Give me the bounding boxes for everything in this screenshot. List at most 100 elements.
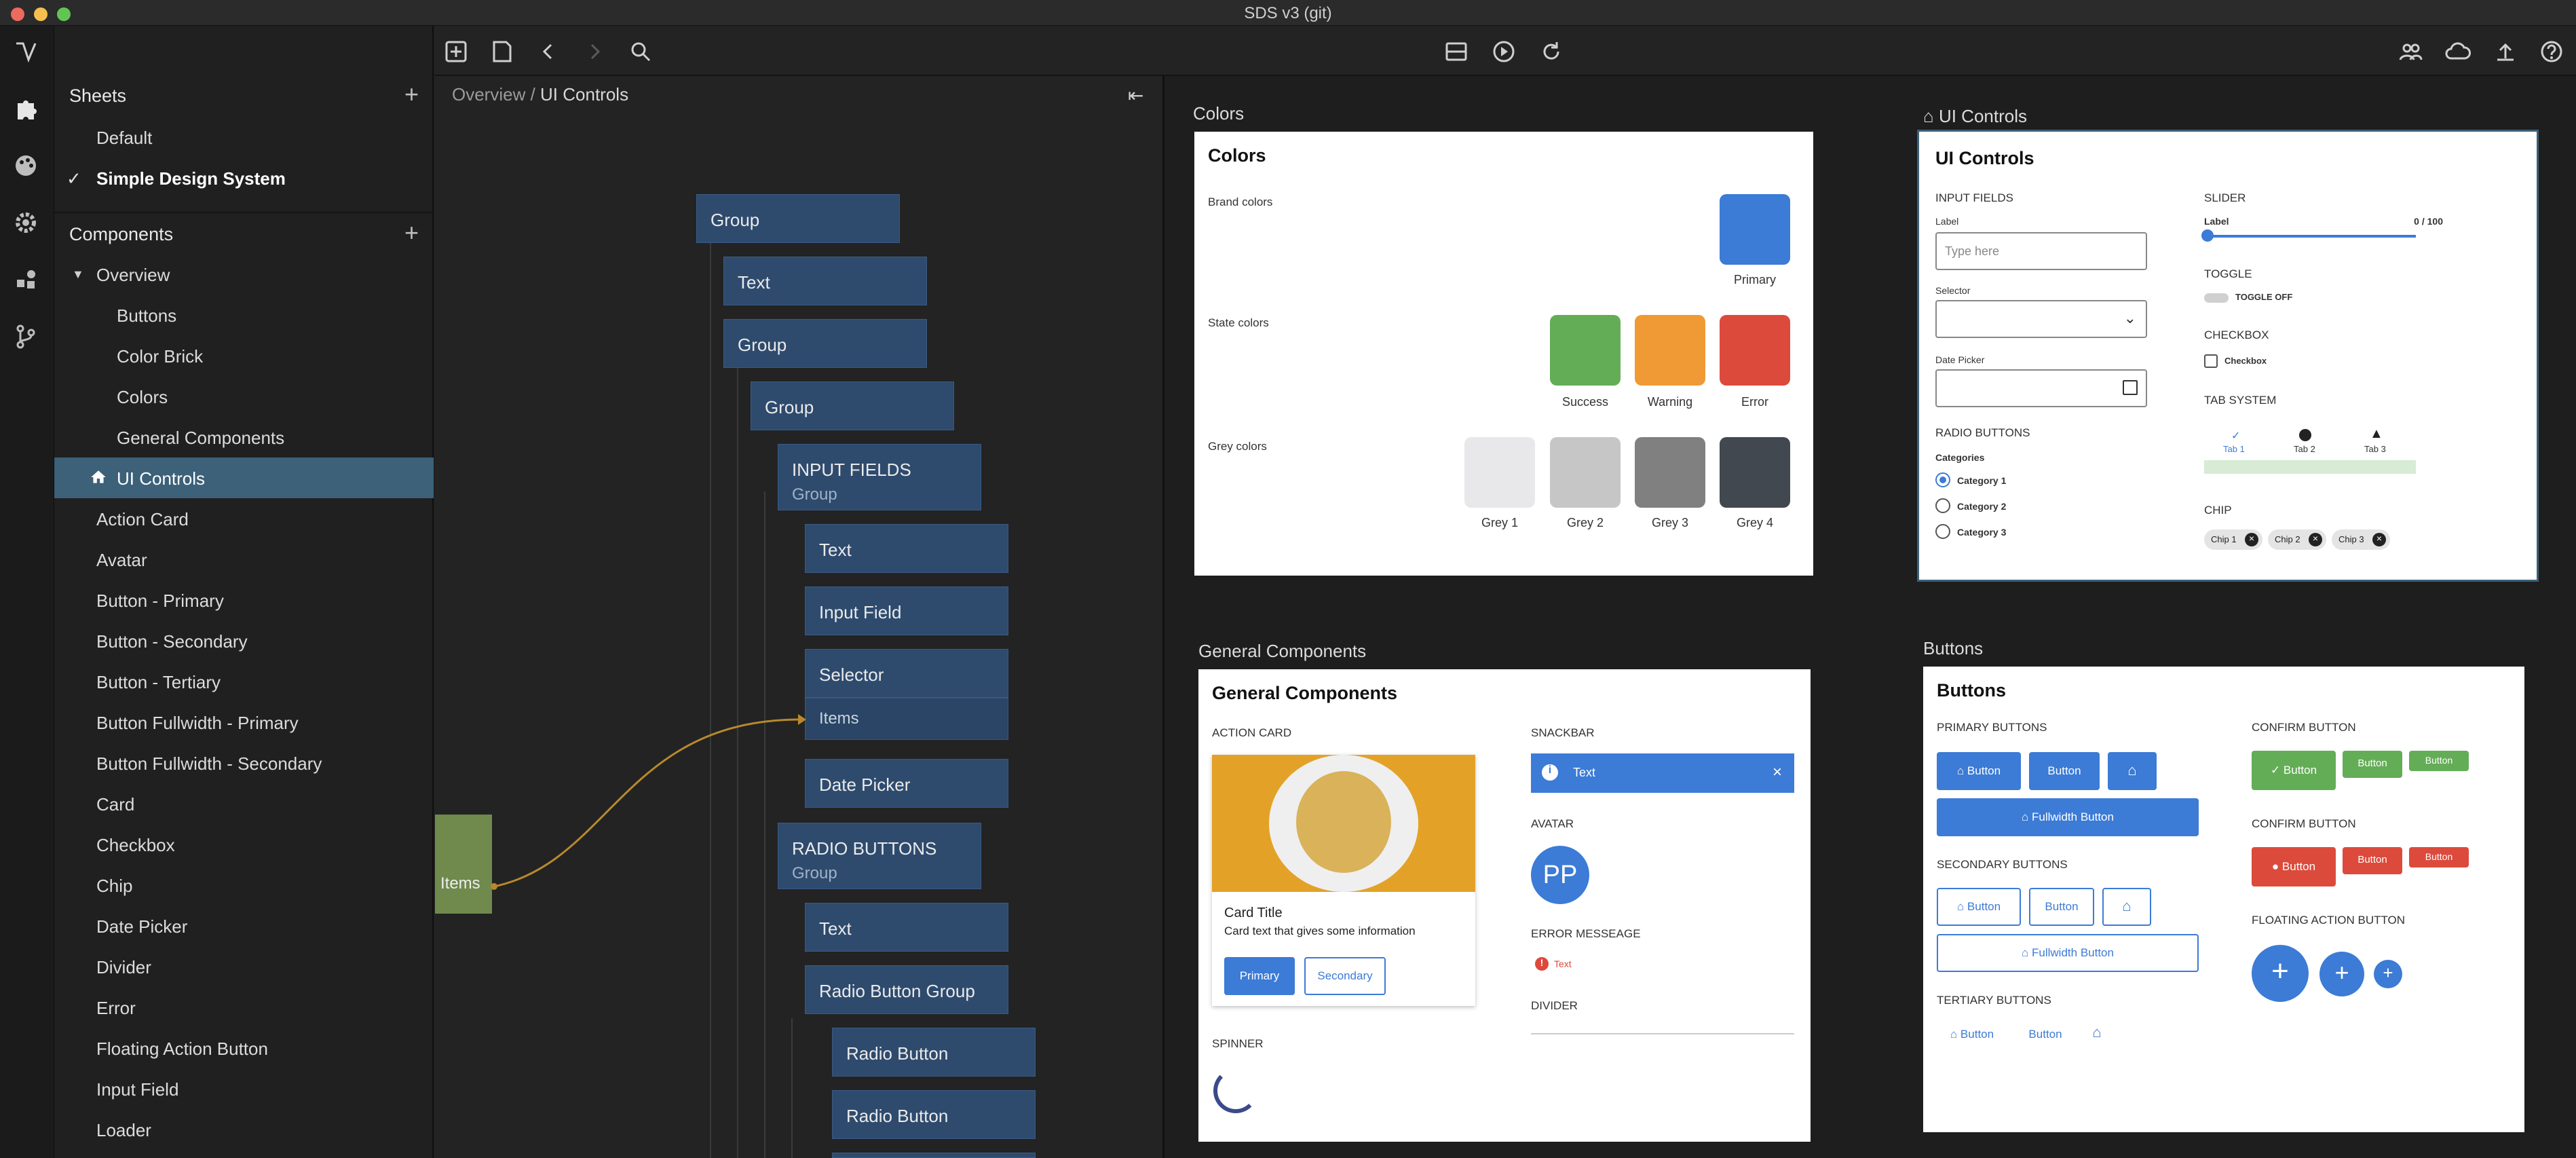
chip[interactable]: Chip 2 ×: [2268, 529, 2326, 550]
tree-node-text[interactable]: Text: [723, 257, 927, 305]
forward-icon[interactable]: [581, 38, 608, 65]
card-secondary-button[interactable]: Secondary: [1304, 957, 1386, 995]
chip[interactable]: Chip 3 ×: [2332, 529, 2390, 550]
search-icon[interactable]: [627, 38, 654, 65]
checkbox[interactable]: [2204, 354, 2218, 368]
radio-button[interactable]: [1935, 524, 1950, 539]
swatch-success[interactable]: [1550, 315, 1621, 386]
refresh-icon[interactable]: [1538, 38, 1565, 65]
slider-thumb[interactable]: [2201, 229, 2214, 242]
components-icon[interactable]: [11, 94, 41, 124]
component-item[interactable]: Floating Action Button: [54, 1028, 434, 1068]
swatch-error[interactable]: [1720, 315, 1790, 386]
tree-node-group[interactable]: Group: [723, 319, 927, 368]
avatar[interactable]: PP: [1531, 846, 1589, 904]
secondary-button[interactable]: ⌂ Button: [1937, 888, 2021, 926]
component-item[interactable]: Button - Tertiary: [54, 661, 434, 702]
tree-item-color-brick[interactable]: Color Brick: [54, 335, 434, 376]
users-icon[interactable]: [2397, 38, 2424, 65]
tree-slot-items[interactable]: Items: [805, 698, 1008, 740]
buttons-frame[interactable]: Buttons PRIMARY BUTTONS ⌂ Button Button …: [1923, 667, 2524, 1132]
tree-node-radio-button-group[interactable]: Radio Button Group: [805, 965, 1008, 1014]
sheet-default[interactable]: Default: [54, 117, 434, 157]
frame-label-buttons[interactable]: Buttons: [1923, 638, 1983, 659]
add-sheet-button[interactable]: +: [404, 80, 419, 109]
tree-node-radio-button[interactable]: Radio Button: [832, 1028, 1036, 1077]
add-component-button[interactable]: +: [404, 219, 419, 247]
swatch-warning[interactable]: [1635, 315, 1705, 386]
snackbar[interactable]: i Text ×: [1531, 753, 1794, 793]
tab-3[interactable]: Tab 3: [2364, 444, 2386, 454]
cloud-sync-icon[interactable]: [2444, 38, 2471, 65]
tree-node-radio-button[interactable]: Radio Button: [832, 1090, 1036, 1139]
component-item[interactable]: Date Picker: [54, 905, 434, 946]
date-picker[interactable]: [1935, 369, 2147, 407]
collapse-panel-icon[interactable]: ⇤: [1128, 84, 1143, 107]
items-source-node[interactable]: Items: [435, 815, 492, 914]
primary-button[interactable]: ⌂ Button: [1937, 752, 2021, 790]
tree-node-selector[interactable]: Selector: [805, 649, 1008, 698]
chevron-down-icon[interactable]: ▼: [72, 267, 84, 282]
tree-node-input-field[interactable]: Input Field: [805, 586, 1008, 635]
component-item[interactable]: Avatar: [54, 539, 434, 580]
new-document-icon[interactable]: [489, 38, 516, 65]
swatch-grey-4[interactable]: [1720, 437, 1790, 508]
fullwidth-secondary-button[interactable]: ⌂ Fullwidth Button: [1937, 934, 2199, 972]
tertiary-button[interactable]: ⌂ Button: [1937, 1021, 2007, 1048]
back-icon[interactable]: [535, 38, 562, 65]
tertiary-button[interactable]: Button: [2015, 1021, 2075, 1048]
component-item[interactable]: Button Fullwidth - Primary: [54, 702, 434, 743]
layout-icon[interactable]: [1443, 38, 1470, 65]
ui-controls-frame[interactable]: UI Controls INPUT FIELDS Label Type here…: [1917, 130, 2539, 582]
component-item[interactable]: Button Fullwidth - Secondary: [54, 743, 434, 783]
home-icon[interactable]: ⌂: [2102, 888, 2151, 926]
fab-medium[interactable]: +: [2319, 952, 2364, 996]
component-item[interactable]: Chip: [54, 865, 434, 905]
tree-node-group[interactable]: Group: [751, 381, 954, 430]
play-icon[interactable]: [1490, 38, 1517, 65]
tree-item-general-components[interactable]: General Components: [54, 417, 434, 457]
component-item[interactable]: Divider: [54, 946, 434, 987]
tree-node-group[interactable]: Group: [696, 194, 900, 243]
tree-node-text[interactable]: Text: [805, 524, 1008, 573]
toggle-switch[interactable]: [2204, 293, 2229, 303]
confirm-button[interactable]: Button: [2409, 751, 2469, 771]
general-components-frame[interactable]: General Components ACTION CARD Card Titl…: [1198, 669, 1811, 1142]
fab-large[interactable]: +: [2252, 945, 2309, 1002]
tree-item-colors[interactable]: Colors: [54, 376, 434, 417]
tree-item-ui-controls[interactable]: UI Controls: [54, 457, 434, 498]
tree-item-buttons[interactable]: Buttons: [54, 295, 434, 335]
component-item[interactable]: Input Field: [54, 1068, 434, 1109]
new-frame-icon[interactable]: [442, 38, 470, 65]
upload-icon[interactable]: [2492, 38, 2519, 65]
component-item[interactable]: Checkbox: [54, 824, 434, 865]
secondary-button[interactable]: Button: [2029, 888, 2094, 926]
radio-button[interactable]: [1935, 498, 1950, 513]
component-item[interactable]: Card: [54, 783, 434, 824]
settings-icon[interactable]: [11, 208, 41, 238]
app-logo-icon[interactable]: [11, 37, 41, 67]
git-branch-icon[interactable]: [11, 322, 41, 352]
action-card[interactable]: Card Title Card text that gives some inf…: [1212, 755, 1475, 1006]
home-icon[interactable]: ⌂: [2081, 1018, 2113, 1045]
colors-frame[interactable]: Colors Brand colors Primary State colors…: [1194, 132, 1813, 576]
swatch-grey-1[interactable]: [1464, 437, 1535, 508]
component-item[interactable]: Button - Primary: [54, 580, 434, 620]
frame-label-general-components[interactable]: General Components: [1198, 641, 1366, 662]
swatch-primary[interactable]: [1720, 194, 1790, 265]
chip-close-icon[interactable]: ×: [2372, 533, 2386, 546]
component-item[interactable]: Error: [54, 987, 434, 1028]
primary-button[interactable]: Button: [2029, 752, 2100, 790]
palette-icon[interactable]: [11, 151, 41, 181]
radio-button[interactable]: [1935, 472, 1950, 487]
swatch-grey-3[interactable]: [1635, 437, 1705, 508]
tree-item-overview[interactable]: ▼ Overview: [54, 254, 434, 295]
component-item[interactable]: Action Card: [54, 498, 434, 539]
danger-button[interactable]: Button: [2343, 847, 2402, 874]
breadcrumb-parent[interactable]: Overview: [452, 84, 525, 105]
selector-dropdown[interactable]: ⌄: [1935, 300, 2147, 338]
frame-label-colors[interactable]: Colors: [1193, 103, 1244, 124]
chip-close-icon[interactable]: ×: [2245, 533, 2258, 546]
component-item[interactable]: Button - Secondary: [54, 620, 434, 661]
text-input[interactable]: Type here: [1935, 232, 2147, 270]
